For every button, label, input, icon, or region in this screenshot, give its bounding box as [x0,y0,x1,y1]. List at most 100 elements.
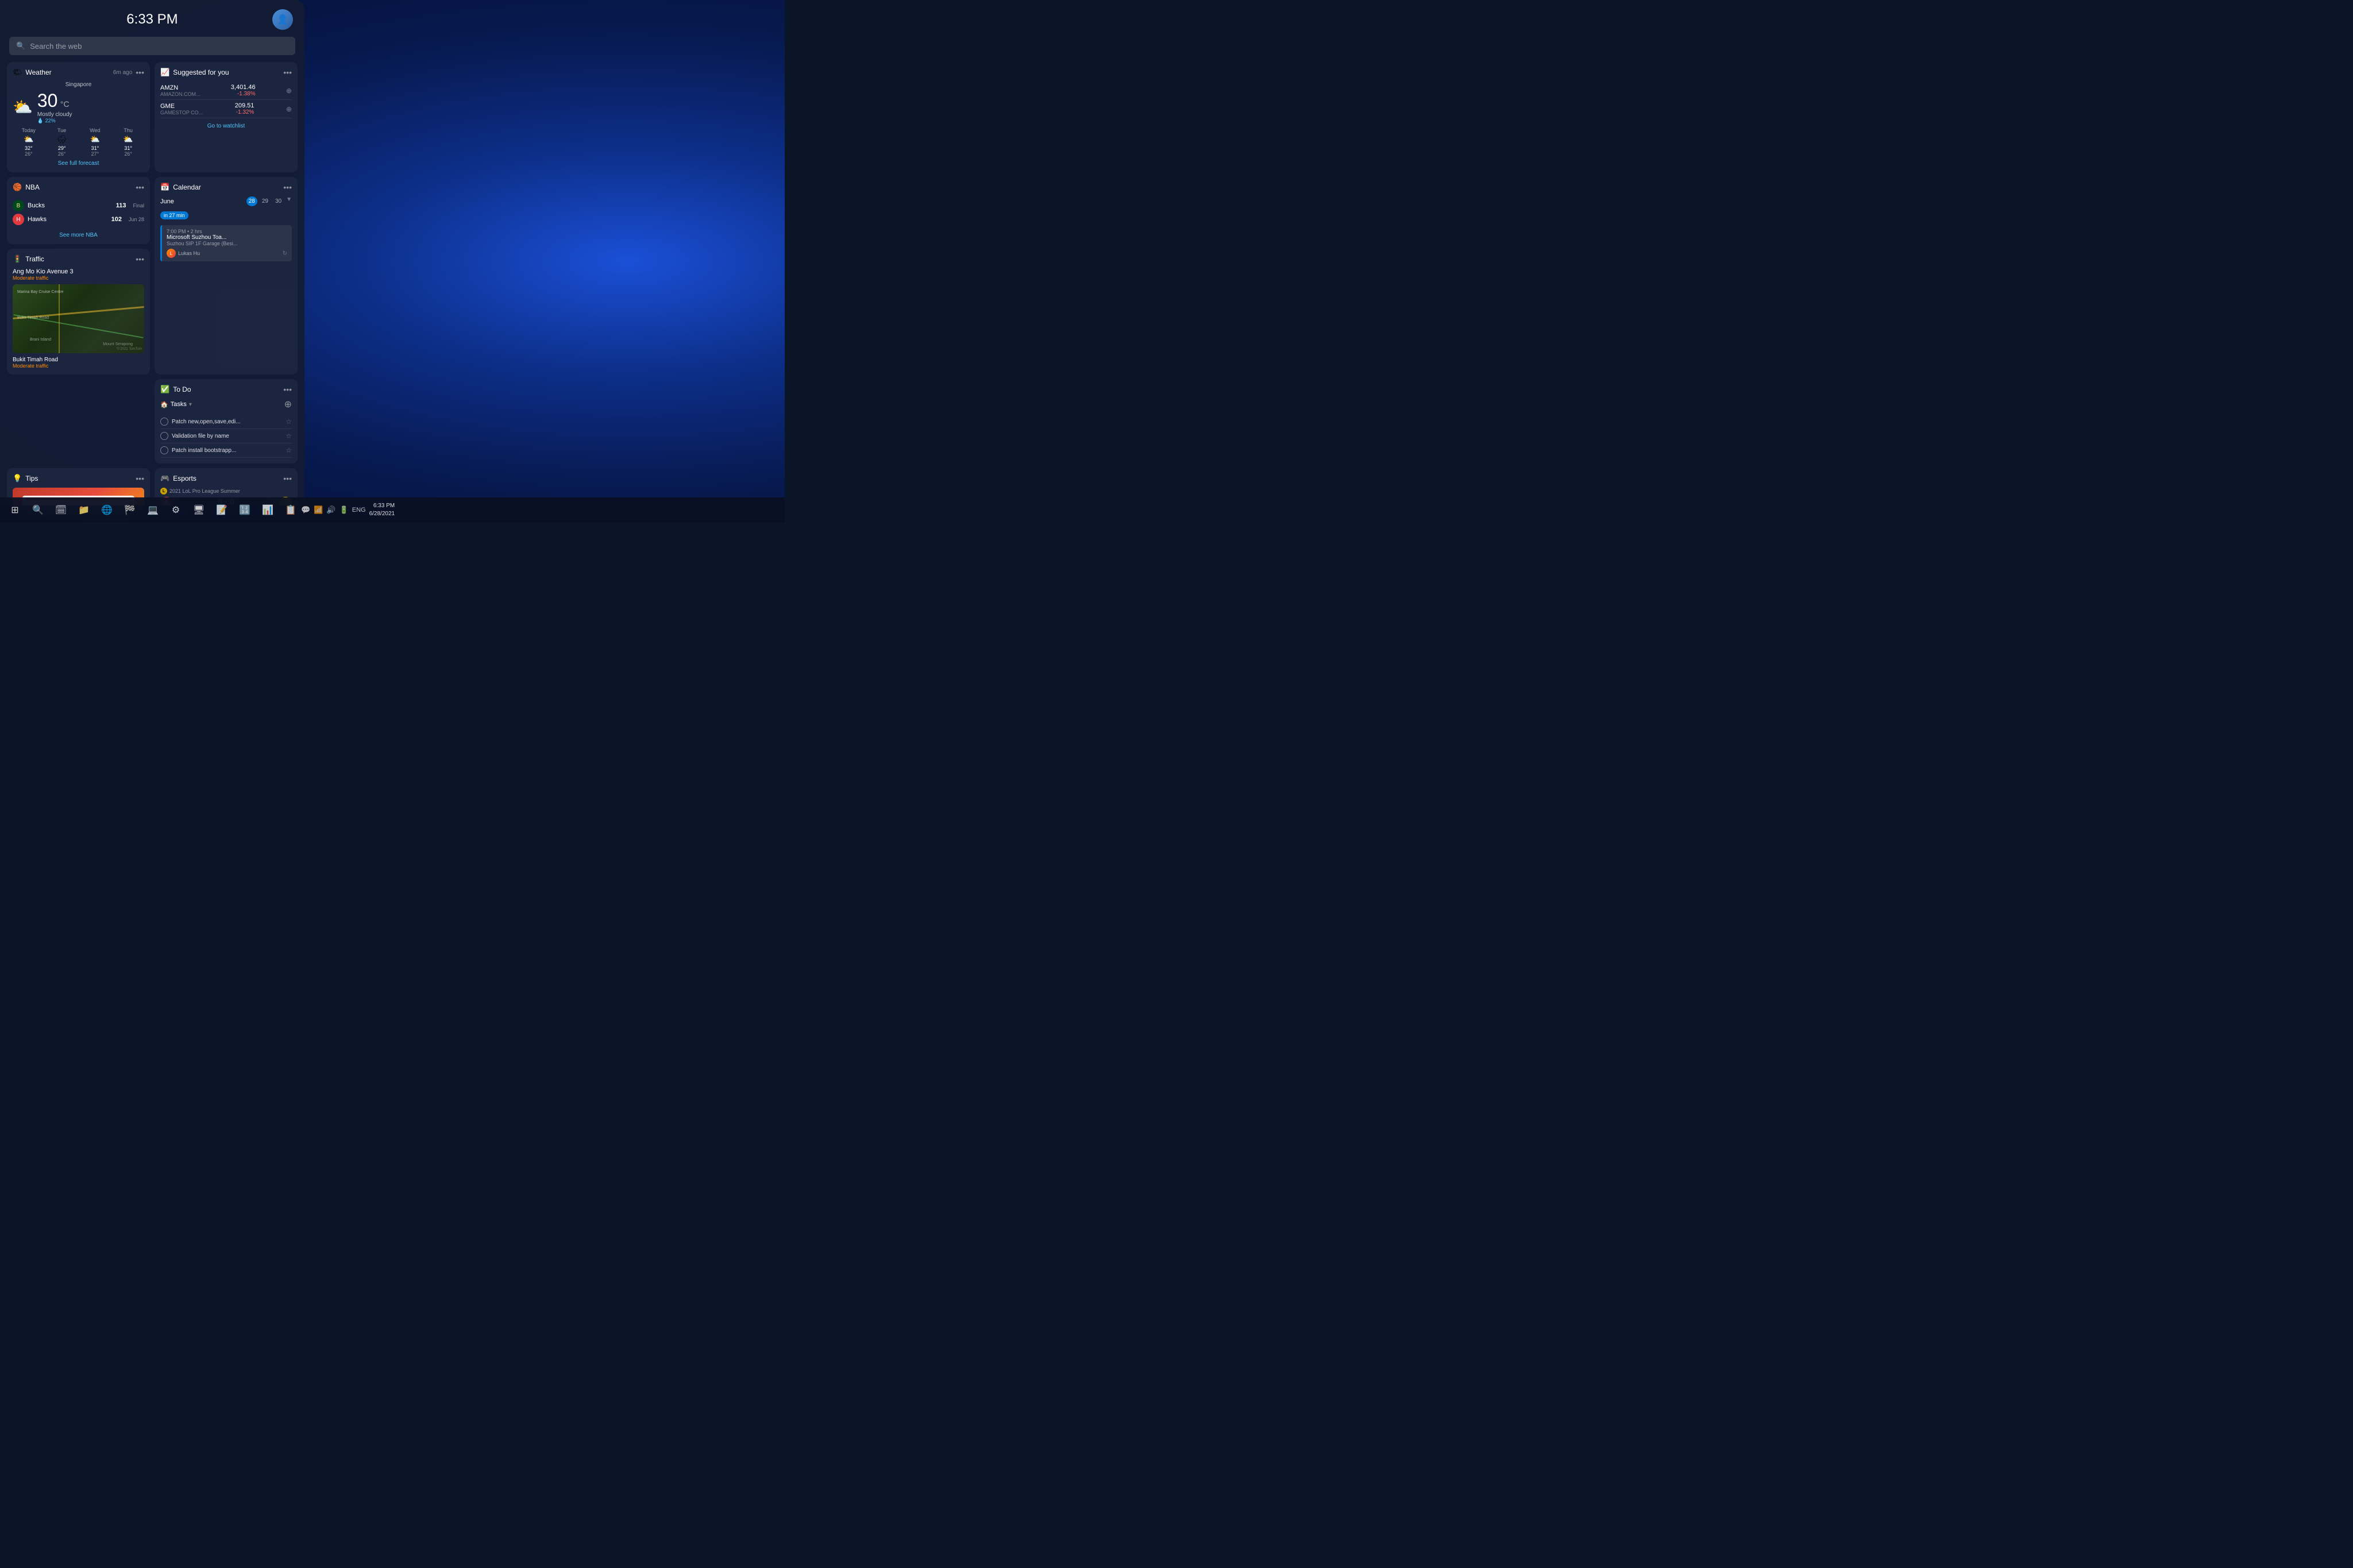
traffic-menu[interactable]: ••• [136,254,144,264]
esports-header: 🎮 Esports ••• [160,474,292,483]
nba-title: NBA [25,183,40,191]
weather-main: ⛅ 30 °C Mostly cloudy 💧 22% [13,90,144,124]
calendar-menu[interactable]: ••• [283,183,292,192]
stock-source-gme: GAMESTOP CO... [160,110,203,115]
weather-full-forecast-link[interactable]: See full forecast [13,160,144,167]
taskbar-time: 6:33 PM [369,502,395,510]
cal-attendee-avatar: L [167,249,176,258]
taskbar-files-button[interactable]: 📁 [74,500,94,520]
taskbar-date: 6/28/2021 [369,510,395,518]
widgets-grid: 🌤 Weather 6m ago ••• Singapore ⛅ 30 °C M… [0,62,304,505]
todo-tasks-label: 🏠 Tasks ▾ [160,401,192,408]
stock-row-amzn: AMZN AMAZON.COM... 3,401.46 -1.38% ⊕ [160,82,292,100]
tasks-chevron[interactable]: ▾ [189,401,192,408]
wechat-icon[interactable]: 💬 [301,505,310,515]
calendar-event[interactable]: 7:00 PM • 2 hrs Microsoft Suzhou Toa... … [160,225,292,261]
forecast-lo-2: 27° [79,151,111,157]
calendar-refresh-icon[interactable]: ↻ [283,250,287,257]
stock-change-amzn: -1.38% [231,91,256,97]
todo-star-2[interactable]: ☆ [286,446,292,454]
forecast-icon-2: ⛅ [79,134,111,144]
weather-forecast: Today ⛅ 32° 26° Tue 🌧 29° 26° Wed ⛅ 31° … [13,128,144,157]
calendar-widget: 📅 Calendar ••• June 28 29 30 ▼ in 27 min… [155,177,298,374]
cal-event-title: Microsoft Suzhou Toa... [167,234,287,241]
taskbar-search-button[interactable]: 🔍 [28,500,48,520]
forecast-hi-1: 29° [46,145,78,151]
stocks-watchlist-link[interactable]: Go to watchlist [160,123,292,129]
volume-icon[interactable]: 🔊 [326,505,335,515]
todo-text-1: Validation file by name [172,433,229,439]
taskbar-terminal-button[interactable]: 🖥 [188,500,209,520]
esports-league-1: L 2021 LoL Pro League Summer [160,488,292,495]
weather-menu[interactable]: ••• [136,68,144,77]
calendar-expand-icon[interactable]: ▼ [286,196,292,206]
taskbar-windows-button[interactable]: 🏁 [119,500,140,520]
map-copyright: © 2021 TomTom [117,347,142,351]
tips-menu[interactable]: ••• [136,474,144,483]
nba-team-bucks: B Bucks 113 Final [13,199,144,213]
league-logo-1: L [160,488,167,495]
nba-date: Jun 28 [129,217,144,222]
taskbar-right: 💬 📶 🔊 🔋 ENG 6:33 PM 6/28/2021 [301,502,395,518]
battery-icon[interactable]: 🔋 [340,505,349,515]
taskbar-pc-button[interactable]: 💻 [142,500,163,520]
traffic-status2: Moderate traffic [13,363,144,369]
todo-title: To Do [173,385,191,393]
cal-day-30[interactable]: 30 [273,196,284,206]
todo-checkbox-2[interactable] [160,446,168,454]
cal-day-29[interactable]: 29 [260,196,271,206]
todo-menu[interactable]: ••• [283,385,292,394]
stocks-icon: 📈 [160,68,169,77]
calendar-event-badge: in 27 min [160,211,188,219]
stock-add-amzn[interactable]: ⊕ [286,87,292,95]
cal-day-28[interactable]: 28 [246,196,257,206]
todo-star-1[interactable]: ☆ [286,432,292,440]
stocks-menu[interactable]: ••• [283,68,292,77]
network-icon[interactable]: 📶 [314,505,323,515]
stock-add-gme[interactable]: ⊕ [286,105,292,113]
todo-widget: ✅ To Do ••• 🏠 Tasks ▾ ⊕ Patch new,open,s… [155,379,298,464]
todo-item-2[interactable]: Patch install bootstrapp... ☆ [160,443,292,458]
forecast-label-2: Wed [79,128,111,133]
taskbar-settings-button[interactable]: ⚙ [165,500,186,520]
stock-price-gme: 209.51 [235,102,254,109]
esports-menu[interactable]: ••• [283,474,292,483]
todo-star-0[interactable]: ☆ [286,418,292,426]
nba-menu[interactable]: ••• [136,183,144,192]
search-icon: 🔍 [16,41,25,51]
todo-text-2: Patch install bootstrapp... [172,447,236,454]
todo-checkbox-1[interactable] [160,432,168,440]
nba-more-link[interactable]: See more NBA [13,232,144,238]
taskbar-calc-button[interactable]: 🔢 [234,500,255,520]
nba-widget: 🏀 NBA ••• B Bucks 113 Final [7,177,150,244]
panel-time: 6:33 PM [32,11,272,28]
forecast-icon-3: ⛅ [112,134,144,144]
taskbar-clock[interactable]: 6:33 PM 6/28/2021 [369,502,395,518]
taskbar-start-button[interactable]: ⊞ [5,500,25,520]
map-label-brani: Brani Island [30,338,51,342]
traffic-icon: 🚦 [13,254,22,264]
language-indicator[interactable]: ENG [352,507,366,513]
taskbar-edge-button[interactable]: 🌐 [97,500,117,520]
bucks-name: Bucks [28,202,45,209]
taskbar-vscode-button[interactable]: 📝 [211,500,232,520]
todo-checkbox-0[interactable] [160,418,168,426]
todo-item-1[interactable]: Validation file by name ☆ [160,429,292,443]
hawks-name: Hawks [28,216,47,223]
cal-event-location: Suzhou SIP 1F Garage (Besi... [167,241,287,246]
search-bar[interactable]: 🔍 Search the web [9,37,295,55]
todo-item-0[interactable]: Patch new,open,save,edi... ☆ [160,415,292,429]
todo-add-button[interactable]: ⊕ [284,399,292,410]
todo-tasks-header: 🏠 Tasks ▾ ⊕ [160,399,292,410]
forecast-wed: Wed ⛅ 31° 27° [79,128,111,157]
traffic-widget: 🚦 Traffic ••• Ang Mo Kio Avenue 3 Modera… [7,249,150,374]
forecast-thu: Thu ⛅ 31° 26° [112,128,144,157]
taskbar-widgets-button[interactable]: 🗓 [51,500,71,520]
traffic-title: Traffic [25,255,44,263]
taskbar-app1-button[interactable]: 📊 [257,500,278,520]
user-avatar[interactable]: 👤 [272,9,293,30]
taskbar-app2-button[interactable]: 📋 [280,500,301,520]
weather-unit: °C [60,99,70,109]
calendar-icon: 📅 [160,183,169,192]
stocks-title: Suggested for you [173,68,229,76]
